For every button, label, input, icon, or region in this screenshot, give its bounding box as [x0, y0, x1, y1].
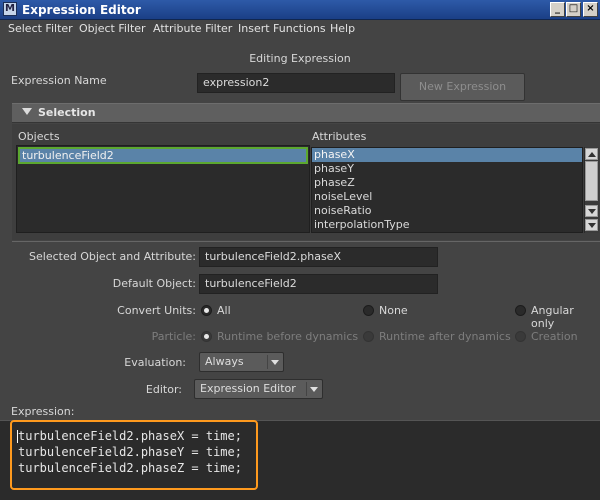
convert-units-label: Convert Units: [117, 304, 196, 317]
text-caret [17, 430, 18, 443]
object-item[interactable]: turbulenceField2 [18, 147, 308, 164]
menu-help[interactable]: Help [330, 22, 355, 35]
attribute-item[interactable]: phaseZ [312, 176, 582, 190]
convert-units-none-radio[interactable] [363, 305, 374, 316]
selection-frame-header[interactable] [12, 103, 600, 123]
selection-frame-title: Selection [38, 106, 96, 119]
objects-header: Objects [18, 130, 60, 143]
editor-label: Editor: [145, 383, 182, 396]
attribute-item[interactable]: noiseRatio [312, 204, 582, 218]
attribute-item-selected[interactable]: phaseX [312, 148, 582, 162]
menu-object-filter[interactable]: Object Filter [79, 22, 146, 35]
editor-value: Expression Editor [200, 382, 296, 395]
scroll-down-icon[interactable] [585, 205, 598, 217]
minimize-icon[interactable]: _ [550, 2, 565, 17]
editing-status-label: Editing Expression [249, 52, 351, 65]
selected-object-attribute-field[interactable]: turbulenceField2.phaseX [199, 247, 438, 267]
scroll-down-icon[interactable] [585, 219, 598, 231]
default-object-field[interactable]: turbulenceField2 [199, 274, 438, 294]
convert-units-angular-radio[interactable] [515, 305, 526, 316]
particle-runtime-before-label: Runtime before dynamics [217, 330, 359, 343]
menu-select-filter[interactable]: Select Filter [8, 22, 73, 35]
evaluation-dropdown[interactable]: Always [199, 352, 284, 372]
expression-name-field[interactable]: expression2 [197, 73, 395, 93]
expression-line: turbulenceField2.phaseY = time; [18, 445, 242, 459]
convert-units-all-label: All [217, 304, 231, 317]
particle-runtime-after-label: Runtime after dynamics [379, 330, 511, 343]
evaluation-value: Always [205, 355, 244, 368]
maximize-icon[interactable]: □ [566, 2, 581, 17]
expression-line: turbulenceField2.phaseX = time; [18, 429, 242, 443]
scrollbar-thumb[interactable] [585, 161, 598, 201]
window-title: Expression Editor [22, 3, 141, 17]
expression-line: turbulenceField2.phaseZ = time; [18, 461, 242, 475]
attributes-header: Attributes [312, 130, 367, 143]
chevron-down-icon [267, 355, 281, 369]
particle-creation-label: Creation [531, 330, 578, 343]
editor-dropdown[interactable]: Expression Editor [194, 379, 323, 399]
convert-units-none-label: None [379, 304, 408, 317]
collapse-arrow-icon[interactable] [22, 108, 32, 115]
selected-object-attribute-label: Selected Object and Attribute: [29, 250, 196, 263]
maya-icon: M [3, 2, 17, 16]
convert-units-angular-label: Angular only [531, 304, 574, 330]
scroll-up-icon[interactable] [585, 148, 598, 160]
default-object-label: Default Object: [112, 277, 196, 290]
chevron-down-icon [306, 382, 320, 396]
expression-label: Expression: [11, 405, 75, 418]
particle-creation-radio[interactable] [515, 331, 526, 342]
close-icon[interactable]: × [583, 2, 598, 17]
particle-runtime-after-radio[interactable] [363, 331, 374, 342]
particle-runtime-before-radio[interactable] [201, 331, 212, 342]
new-expression-button[interactable]: New Expression [400, 73, 525, 101]
convert-units-all-radio[interactable] [201, 305, 212, 316]
attribute-item[interactable]: noiseLevel [312, 190, 582, 204]
evaluation-label: Evaluation: [124, 356, 186, 369]
menu-attribute-filter[interactable]: Attribute Filter [153, 22, 232, 35]
expression-name-label: Expression Name [11, 74, 107, 87]
menu-insert-functions[interactable]: Insert Functions [238, 22, 326, 35]
particle-label: Particle: [151, 330, 196, 343]
attribute-item[interactable]: phaseY [312, 162, 582, 176]
attribute-item[interactable]: interpolationType [312, 218, 582, 232]
